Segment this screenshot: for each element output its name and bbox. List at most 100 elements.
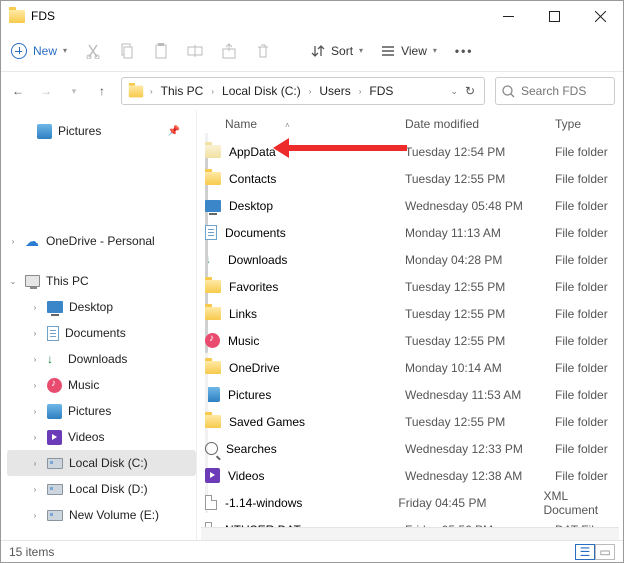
expand-icon[interactable]: › [29,329,41,338]
expand-icon[interactable]: › [29,355,41,364]
table-row[interactable]: DesktopWednesday 05:48 PMFile folder [197,192,623,219]
search-box[interactable] [495,77,615,105]
folder-icon [205,145,221,158]
expand-icon[interactable]: › [29,407,41,416]
recent-button[interactable]: ▾ [65,87,83,96]
expand-icon[interactable]: › [29,303,41,312]
expand-icon[interactable]: › [29,485,41,494]
breadcrumb[interactable]: Users [317,84,352,98]
file-name: Favorites [229,280,278,294]
column-name[interactable]: Name˄ [225,117,405,131]
sort-icon [311,44,325,58]
sidebar: Pictures 📌 › ☁ OneDrive - Personal ⌄ Thi… [1,110,196,541]
new-button[interactable]: New ▾ [11,43,67,59]
file-name: Links [229,307,257,321]
table-row[interactable]: FavoritesTuesday 12:55 PMFile folder [197,273,623,300]
sidebar-item-pictures-2[interactable]: ›Pictures [7,398,196,424]
cut-icon[interactable] [85,43,101,59]
minimize-button[interactable] [485,1,531,31]
sidebar-item-this-pc[interactable]: ⌄ This PC [7,268,196,294]
file-icon [205,522,217,527]
copy-icon[interactable] [119,43,135,59]
horizontal-scrollbar[interactable] [201,527,619,541]
table-row[interactable]: ↓DownloadsMonday 04:28 PMFile folder [197,246,623,273]
chevron-down-icon: ▾ [63,47,67,55]
refresh-button[interactable]: ↻ [462,84,478,98]
more-button[interactable]: ••• [455,44,474,58]
table-row[interactable]: ContactsTuesday 12:55 PMFile folder [197,165,623,192]
column-date[interactable]: Date modified [405,117,555,131]
file-type: File folder [555,280,608,294]
forward-button[interactable]: → [37,84,55,98]
expand-icon[interactable]: › [29,459,41,468]
music-icon [205,333,220,348]
video-icon [205,468,220,483]
delete-icon[interactable] [255,43,271,59]
rename-icon[interactable] [187,43,203,59]
address-bar[interactable]: › This PC › Local Disk (C:) › Users › FD… [121,77,485,105]
file-name: Documents [225,226,286,240]
view-button[interactable]: View ▾ [381,44,437,58]
share-icon[interactable] [221,43,237,59]
details-view-button[interactable]: ☰ [575,544,595,560]
expand-icon[interactable]: › [29,511,41,520]
file-name: Saved Games [229,415,305,429]
sidebar-item-desktop[interactable]: ›Desktop [7,294,196,320]
sidebar-item-downloads[interactable]: ›↓Downloads [7,346,196,372]
file-date: Wednesday 11:53 AM [405,388,555,402]
up-button[interactable]: ↑ [93,84,111,98]
table-row[interactable]: NTUSER.DATFriday 05:56 PMDAT File [197,516,623,527]
file-name: Desktop [229,199,273,213]
sort-label: Sort [331,44,353,58]
back-button[interactable]: ← [9,84,27,98]
search-input[interactable] [521,84,601,98]
column-type[interactable]: Type [555,117,623,131]
table-row[interactable]: VideosWednesday 12:38 AMFile folder [197,462,623,489]
file-type: File folder [555,361,608,375]
file-name: Pictures [228,388,271,402]
sidebar-item-music[interactable]: ›Music [7,372,196,398]
maximize-button[interactable] [531,1,577,31]
new-label: New [33,44,57,58]
table-row[interactable]: MusicTuesday 12:55 PMFile folder [197,327,623,354]
plus-icon [11,43,27,59]
table-row[interactable]: DocumentsMonday 11:13 AMFile folder [197,219,623,246]
file-list-pane: Name˄ Date modified Type AppDataTuesday … [196,110,623,541]
table-row[interactable]: OneDriveMonday 10:14 AMFile folder [197,354,623,381]
sidebar-scrollbar[interactable] [205,133,208,513]
thumbnails-view-button[interactable]: ▭ [595,544,615,560]
chevron-right-icon: › [357,87,364,96]
expand-icon[interactable]: › [29,381,41,390]
table-row[interactable]: LinksTuesday 12:55 PMFile folder [197,300,623,327]
table-row[interactable]: -1.14-windowsFriday 04:45 PMXML Document [197,489,623,516]
collapse-icon[interactable]: ⌄ [7,277,19,286]
status-bar: 15 items ☰ ▭ [1,540,623,562]
sidebar-item-videos[interactable]: ›Videos [7,424,196,450]
close-button[interactable] [577,1,623,31]
sidebar-item-vol-e[interactable]: ›New Volume (E:) [7,502,196,528]
sort-button[interactable]: Sort ▾ [311,44,363,58]
breadcrumb[interactable]: FDS [367,84,395,98]
document-icon [205,225,217,240]
paste-icon[interactable] [153,43,169,59]
sidebar-item-disk-c[interactable]: › Local Disk (C:) [7,450,196,476]
sidebar-item-pictures[interactable]: Pictures 📌 [7,118,196,144]
breadcrumb[interactable]: This PC [159,84,206,98]
file-name: AppData [229,145,276,159]
sidebar-item-documents[interactable]: ›Documents [7,320,196,346]
minimize-icon [503,11,514,22]
expand-icon[interactable]: › [29,433,41,442]
chevron-down-icon[interactable]: ⌄ [450,87,458,96]
table-row[interactable]: SearchesWednesday 12:33 PMFile folder [197,435,623,462]
sidebar-item-onedrive[interactable]: › ☁ OneDrive - Personal [7,228,196,254]
file-type: File folder [555,307,608,321]
file-type: XML Document [543,489,623,517]
table-row[interactable]: AppDataTuesday 12:54 PMFile folder [197,138,623,165]
expand-icon[interactable]: › [7,237,19,246]
table-row[interactable]: PicturesWednesday 11:53 AMFile folder [197,381,623,408]
sidebar-item-label: Local Disk (C:) [69,456,148,470]
maximize-icon [549,11,560,22]
sidebar-item-disk-d[interactable]: ›Local Disk (D:) [7,476,196,502]
table-row[interactable]: Saved GamesTuesday 12:55 PMFile folder [197,408,623,435]
breadcrumb[interactable]: Local Disk (C:) [220,84,303,98]
